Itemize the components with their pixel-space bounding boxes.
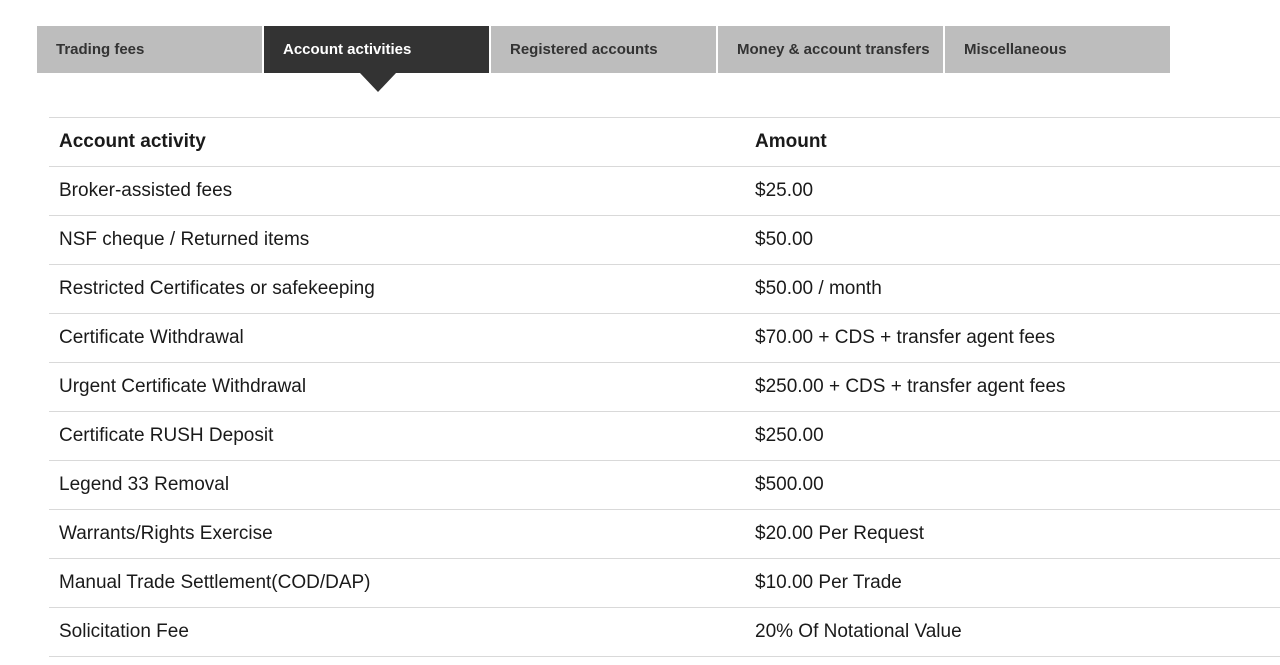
account-activity-fees-table: Account activity Amount Broker-assisted … — [49, 117, 1280, 657]
activity-cell: Manual Trade Settlement(COD/DAP) — [59, 572, 371, 593]
column-header-activity: Account activity — [59, 131, 206, 152]
activity-cell: Certificate Withdrawal — [59, 327, 244, 348]
activity-cell: Certificate RUSH Deposit — [59, 425, 274, 446]
active-caret-icon — [360, 73, 396, 92]
amount-cell: $250.00 — [755, 425, 824, 446]
tab-registered-accounts[interactable]: Registered accounts — [491, 26, 716, 73]
table-row: Restricted Certificates or safekeeping $… — [49, 265, 1280, 314]
amount-cell: $500.00 — [755, 474, 824, 495]
amount-cell: $20.00 Per Request — [755, 523, 925, 544]
tab-money-account-transfers[interactable]: Money & account transfers — [718, 26, 943, 73]
tab-trading-fees[interactable]: Trading fees — [37, 26, 262, 73]
activity-cell: NSF cheque / Returned items — [59, 229, 310, 250]
table-row: NSF cheque / Returned items $50.00 — [49, 216, 1280, 265]
table-header-row: Account activity Amount — [49, 118, 1280, 167]
activity-cell: Restricted Certificates or safekeeping — [59, 278, 375, 299]
table-row: Warrants/Rights Exercise $20.00 Per Requ… — [49, 510, 1280, 559]
amount-cell: $10.00 Per Trade — [755, 572, 902, 593]
amount-cell: $50.00 / month — [755, 278, 882, 299]
amount-cell: $50.00 — [755, 229, 814, 250]
table-row: Certificate RUSH Deposit $250.00 — [49, 412, 1280, 461]
table-row: Certificate Withdrawal $70.00 + CDS + tr… — [49, 314, 1280, 363]
table-row: Legend 33 Removal $500.00 — [49, 461, 1280, 510]
column-header-amount: Amount — [755, 131, 827, 152]
tab-label: Trading fees — [56, 41, 145, 58]
tab-account-activities[interactable]: Account activities — [264, 26, 489, 92]
activity-cell: Urgent Certificate Withdrawal — [59, 376, 307, 397]
amount-cell: 20% Of Notational Value — [755, 621, 962, 642]
tab-miscellaneous[interactable]: Miscellaneous — [945, 26, 1170, 73]
fee-tabs: Trading fees Account activities Register… — [37, 26, 1170, 92]
amount-cell: $25.00 — [755, 180, 814, 201]
activity-cell: Warrants/Rights Exercise — [59, 523, 273, 544]
table-row: Broker-assisted fees $25.00 — [49, 167, 1280, 216]
tab-label: Registered accounts — [510, 41, 658, 58]
activity-cell: Solicitation Fee — [59, 621, 189, 642]
tab-label: Miscellaneous — [964, 41, 1067, 58]
amount-cell: $250.00 + CDS + transfer agent fees — [755, 376, 1066, 397]
tab-label: Money & account transfers — [737, 41, 930, 58]
activity-cell: Broker-assisted fees — [59, 180, 233, 201]
table-row: Urgent Certificate Withdrawal $250.00 + … — [49, 363, 1280, 412]
activity-cell: Legend 33 Removal — [59, 474, 230, 495]
table-row: Solicitation Fee 20% Of Notational Value — [49, 608, 1280, 657]
table-row: Manual Trade Settlement(COD/DAP) $10.00 … — [49, 559, 1280, 608]
tab-label: Account activities — [283, 41, 412, 58]
amount-cell: $70.00 + CDS + transfer agent fees — [755, 327, 1055, 348]
